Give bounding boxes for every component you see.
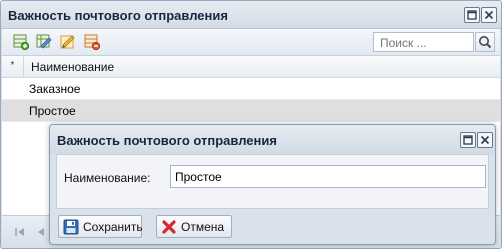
delete-record-icon[interactable]: [84, 34, 100, 50]
edit-dialog: Важность почтового отправления Наименова…: [49, 124, 496, 245]
search-button[interactable]: [475, 32, 495, 52]
dialog-titlebar[interactable]: Важность почтового отправления: [50, 125, 495, 154]
dialog-title: Важность почтового отправления: [57, 133, 277, 148]
dialog-close-button[interactable]: [477, 132, 493, 148]
maximize-icon: [467, 10, 477, 20]
grid-header: * Наименование: [2, 56, 500, 78]
dialog-maximize-button[interactable]: [460, 132, 476, 148]
table-row-selected[interactable]: Простое: [2, 100, 500, 122]
maximize-button[interactable]: [464, 7, 480, 23]
search-icon: [479, 36, 492, 49]
name-field[interactable]: [170, 165, 486, 188]
cancel-button[interactable]: Отмена: [156, 215, 232, 238]
table-row[interactable]: Заказное: [2, 78, 500, 100]
column-header-name[interactable]: Наименование: [31, 60, 114, 74]
grid-toolbar: [2, 29, 500, 56]
search-input[interactable]: [373, 32, 474, 52]
floppy-disk-icon: [63, 219, 79, 235]
dialog-footer: Сохранить Отмена: [50, 209, 495, 244]
cancel-x-icon: [162, 220, 176, 234]
close-icon: [480, 135, 490, 145]
dialog-form: Наименование:: [56, 154, 489, 209]
prev-page-icon[interactable]: [34, 225, 48, 239]
edit-record-icon[interactable]: [36, 34, 52, 50]
add-record-icon[interactable]: [13, 34, 29, 50]
name-field-label: Наименование:: [64, 171, 151, 185]
maximize-icon: [463, 135, 473, 145]
save-button-label: Сохранить: [83, 220, 143, 234]
close-button[interactable]: [481, 7, 497, 23]
column-header-required[interactable]: *: [2, 56, 24, 78]
save-button[interactable]: Сохранить: [58, 215, 143, 238]
cancel-button-label: Отмена: [181, 220, 225, 234]
edit-pencil-icon[interactable]: [60, 34, 76, 50]
window-title: Важность почтового отправления: [8, 8, 228, 23]
row-name: Заказное: [29, 82, 81, 96]
first-page-icon[interactable]: [13, 225, 27, 239]
row-name: Простое: [29, 104, 76, 118]
close-icon: [484, 10, 494, 20]
window-titlebar[interactable]: Важность почтового отправления: [1, 1, 501, 29]
